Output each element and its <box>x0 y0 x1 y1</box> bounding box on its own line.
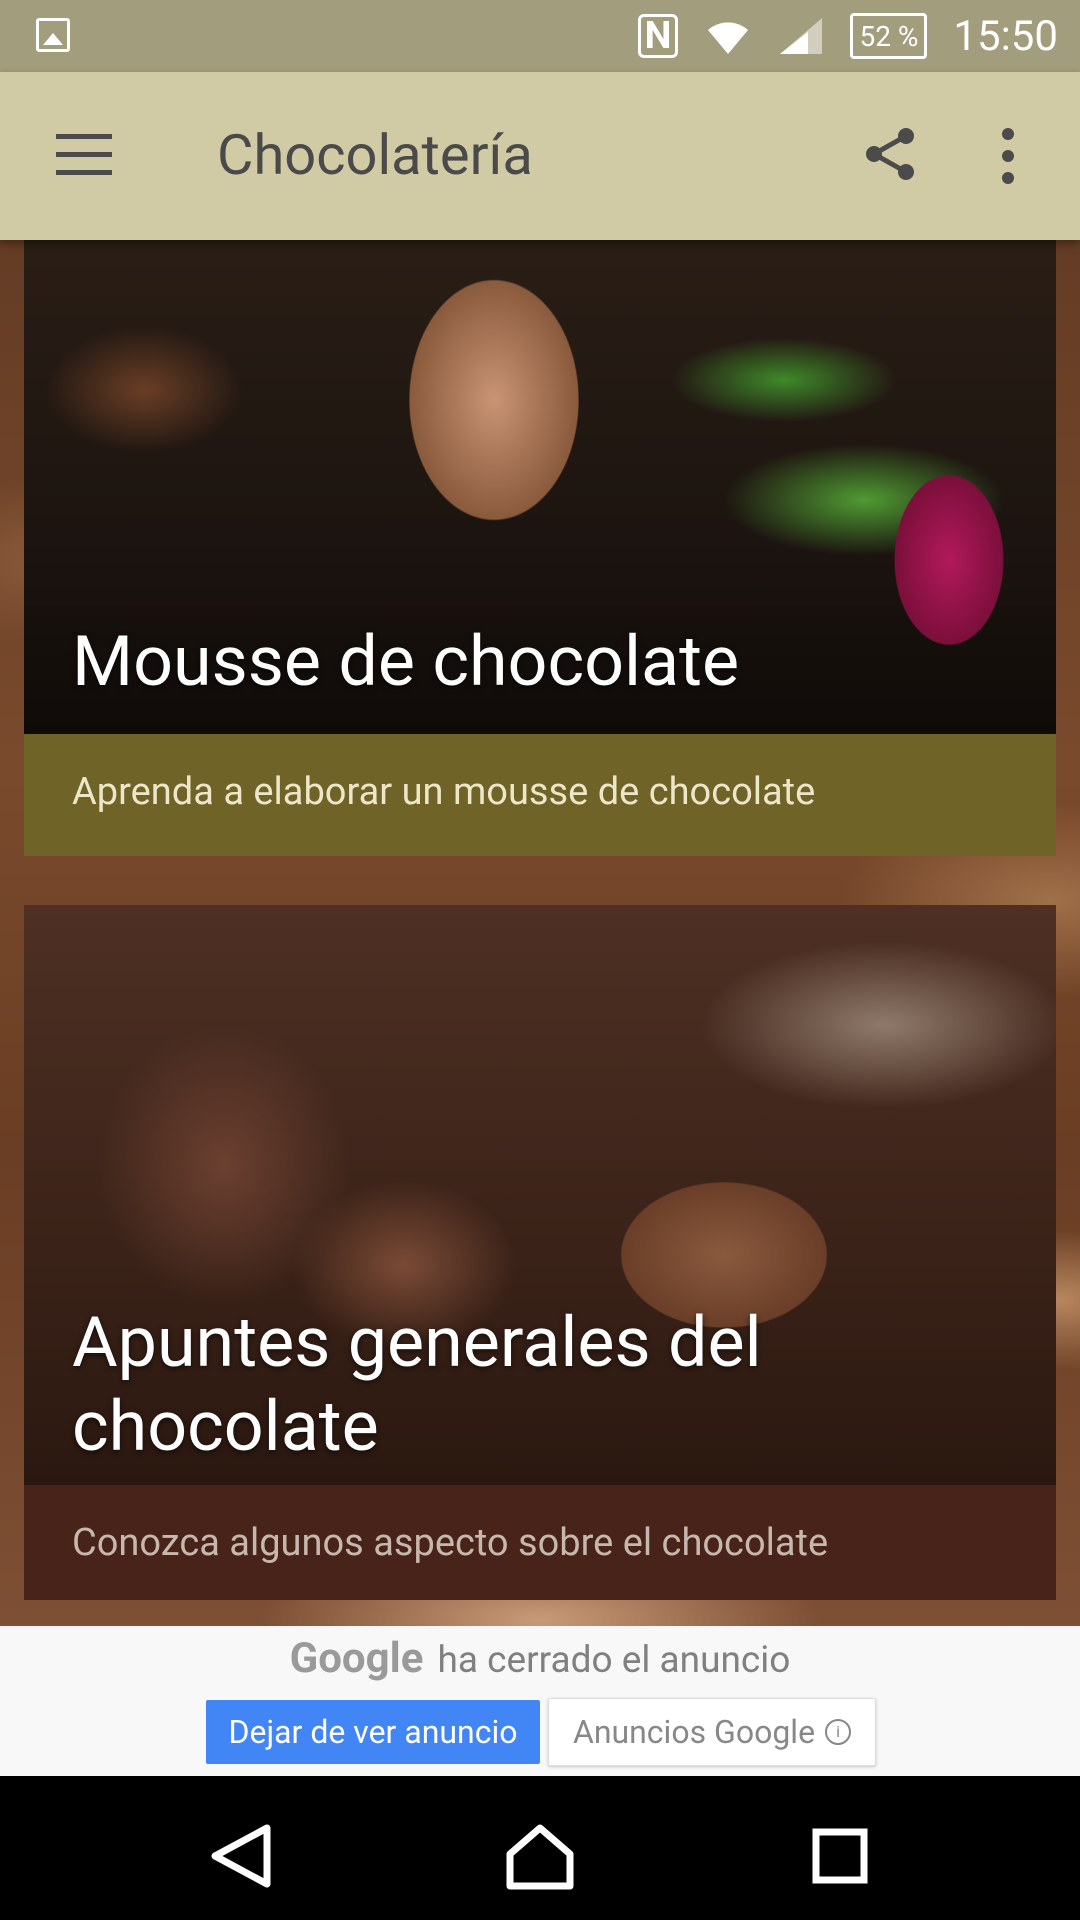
card-description: Aprenda a elaborar un mousse de chocolat… <box>72 770 816 814</box>
card-mousse-de-chocolate[interactable]: Mousse de chocolate Aprenda a elaborar u… <box>24 240 1056 856</box>
card-description: Conozca algunos aspecto sobre el chocola… <box>72 1521 829 1565</box>
signal-icon <box>780 18 823 54</box>
google-ads-label: Anuncios Google <box>572 1713 816 1751</box>
battery-icon: 52 % <box>850 13 928 59</box>
home-icon[interactable] <box>500 1816 580 1896</box>
ad-closed-text: ha cerrado el anuncio <box>437 1639 791 1682</box>
ad-closed-banner: Google ha cerrado el anuncio Dejar de ver… <box>0 1626 1080 1776</box>
card-title: Mousse de chocolate <box>72 621 740 703</box>
battery-level: 52 % <box>859 19 919 53</box>
back-icon[interactable] <box>201 1816 281 1896</box>
google-logo: Google <box>289 1634 424 1683</box>
navigation-bar <box>0 1776 1080 1920</box>
more-icon[interactable] <box>1000 128 1016 184</box>
wifi-icon <box>708 22 749 54</box>
app-bar: Chocolatería <box>0 72 1080 240</box>
nfc-icon: N <box>637 14 679 58</box>
google-ads-button[interactable]: Anuncios Google i <box>548 1698 876 1766</box>
card-title: Apuntes generales del chocolate <box>72 1302 762 1468</box>
card-apuntes-generales[interactable]: Apuntes generales del chocolate Conozca … <box>24 905 1056 1600</box>
share-icon[interactable] <box>860 124 920 184</box>
app-title: Chocolatería <box>217 122 533 188</box>
card-footer: Conozca algunos aspecto sobre el chocola… <box>24 1485 1056 1600</box>
menu-icon[interactable] <box>56 134 112 175</box>
gallery-icon <box>36 18 70 52</box>
stop-seeing-ad-button[interactable]: Dejar de ver anuncio <box>206 1700 540 1764</box>
ad-closed-message: Google ha cerrado el anuncio <box>0 1634 1080 1683</box>
card-footer: Aprenda a elaborar un mousse de chocolat… <box>24 734 1056 856</box>
clock: 15:50 <box>953 11 1058 61</box>
info-icon: i <box>825 1719 852 1745</box>
recents-icon[interactable] <box>800 1816 880 1896</box>
status-bar: N 52 % 15:50 <box>0 0 1080 72</box>
